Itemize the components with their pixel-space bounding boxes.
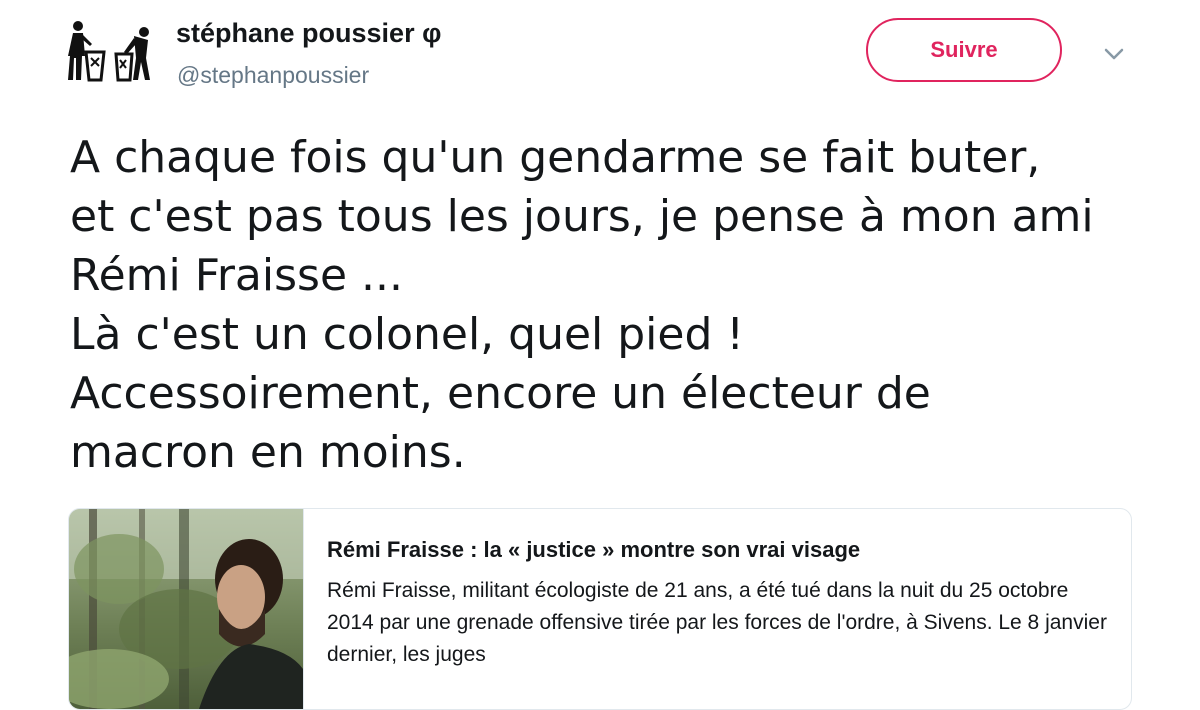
card-image[interactable] — [69, 509, 304, 709]
card-title[interactable]: Rémi Fraisse : la « justice » montre son… — [327, 537, 860, 563]
tweet-text-line: Là c'est un colonel, quel pied ! — [70, 309, 745, 360]
link-preview-card[interactable]: Rémi Fraisse : la « justice » montre son… — [68, 508, 1132, 710]
tweet-text-line: Rémi Fraisse ... — [70, 250, 403, 301]
follow-button[interactable]: Suivre — [866, 18, 1062, 82]
user-handle[interactable]: @stephanpoussier — [177, 62, 369, 89]
tweet-text-line: A chaque fois qu'un gendarme se fait but… — [70, 132, 1041, 183]
chevron-down-icon — [1104, 48, 1124, 60]
display-name[interactable]: stéphane poussier φ — [176, 18, 441, 49]
forest-portrait-photo — [69, 509, 303, 709]
tweet-text-line: et c'est pas tous les jours, je pense à … — [70, 191, 1094, 242]
tweet-text-line: Accessoirement, encore un électeur de — [70, 368, 931, 419]
card-description: Rémi Fraisse, militant écologiste de 21 … — [327, 579, 1107, 666]
tweet-menu-button[interactable] — [1100, 40, 1128, 68]
tweet-text: A chaque fois qu'un gendarme se fait but… — [70, 128, 1170, 482]
tweet: stéphane poussier φ @stephanpoussier Sui… — [0, 0, 1200, 710]
people-trash-bin-icon — [68, 21, 150, 82]
avatar[interactable] — [64, 18, 160, 90]
tweet-text-line: macron en moins. — [70, 427, 466, 478]
